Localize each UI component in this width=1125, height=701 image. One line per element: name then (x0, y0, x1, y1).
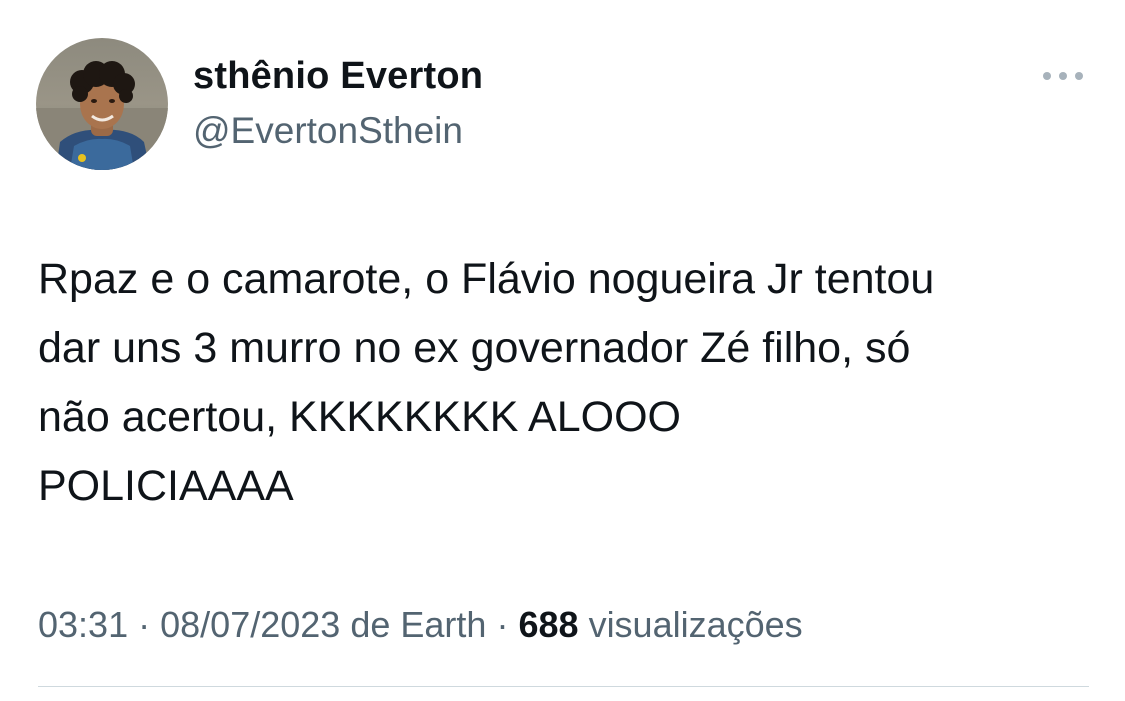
display-name[interactable]: sthênio Everton (193, 52, 483, 100)
meta-separator: · (496, 604, 509, 645)
tweet-date[interactable]: 08/07/2023 (160, 604, 340, 645)
views-label[interactable]: visualizações (589, 604, 803, 645)
tweet-text-line: POLICIAAAA (38, 462, 294, 510)
tweet-time[interactable]: 03:31 (38, 604, 128, 645)
profile-photo (36, 38, 168, 170)
tweet-source: Earth (400, 604, 487, 645)
tweet-text: Rpaz e o camarote, o Flávio nogueira Jr … (38, 245, 1098, 521)
tweet-text-line: não acertou, KKKKKKKK ALOOO (38, 393, 681, 441)
more-dots-icon (1043, 72, 1083, 80)
user-handle[interactable]: @EvertonSthein (193, 108, 463, 154)
avatar[interactable] (36, 38, 168, 170)
tweet-meta: 03:31 · 08/07/2023 de Earth · 688 visual… (38, 597, 803, 653)
meta-separator: · (138, 604, 151, 645)
tweet-card: sthênio Everton @EvertonSthein Rpaz e o … (0, 0, 1125, 701)
tweet-text-line: Rpaz e o camarote, o Flávio nogueira Jr … (38, 255, 935, 303)
views-count[interactable]: 688 (518, 604, 578, 645)
more-options-button[interactable] (1036, 58, 1090, 94)
divider (38, 686, 1089, 687)
source-prefix: de (350, 604, 391, 645)
tweet-text-line: dar uns 3 murro no ex governador Zé filh… (38, 324, 911, 372)
